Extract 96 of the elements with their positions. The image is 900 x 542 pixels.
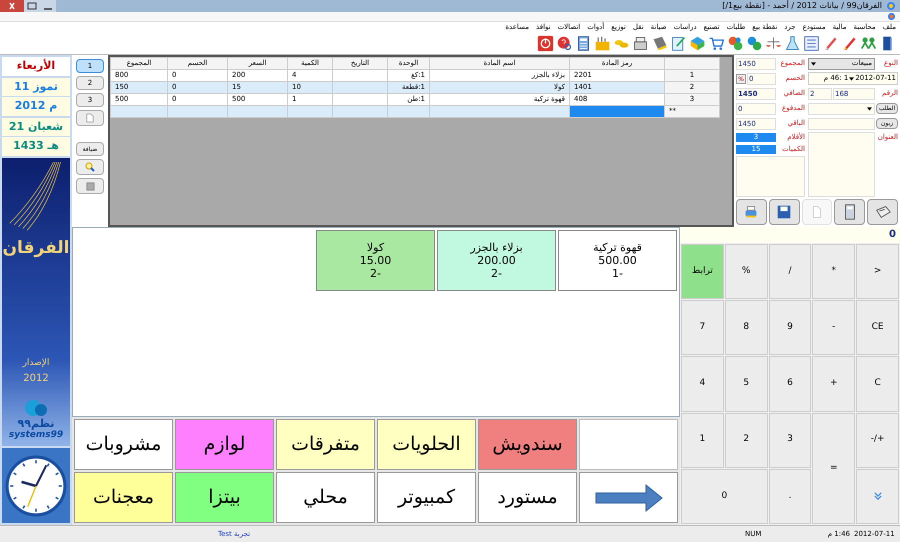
calculator-key[interactable]: +: [812, 356, 856, 412]
edition-year: 2012: [23, 372, 49, 386]
people-icon[interactable]: [860, 35, 877, 52]
flask-icon[interactable]: [784, 35, 801, 52]
product-name: بزلاء بالجزر: [470, 241, 523, 254]
product-quantity: 2-: [370, 267, 381, 280]
hijri-day: 21 شعبان: [2, 118, 70, 137]
calculator-key[interactable]: -/+: [856, 412, 899, 468]
category-button[interactable]: محلي: [276, 472, 375, 523]
calculator-key[interactable]: 3: [768, 412, 812, 468]
cubes-icon[interactable]: [746, 35, 763, 52]
next-button[interactable]: [579, 472, 678, 523]
pencil-icon[interactable]: [841, 35, 858, 52]
product-name: كولا: [366, 241, 384, 254]
calculator-key[interactable]: >: [856, 244, 899, 300]
calculator-key[interactable]: 2: [724, 412, 768, 468]
search-button[interactable]: [76, 159, 104, 175]
brand-name: نظم٩٩: [18, 418, 54, 428]
category-button[interactable]: سندويش: [478, 419, 577, 470]
calculator-icon[interactable]: [575, 35, 592, 52]
square-icon: [86, 182, 94, 190]
calculator-button[interactable]: [834, 199, 866, 225]
caret-icon: [849, 76, 854, 80]
category-button[interactable]: لوازم: [175, 419, 274, 470]
calculator-key[interactable]: 8: [724, 300, 768, 356]
pencil-icon[interactable]: [822, 35, 839, 52]
active-cell[interactable]: [570, 106, 664, 118]
weekday-label: الأربعاء: [2, 57, 70, 76]
calculator-key[interactable]: 4: [681, 356, 724, 412]
link-key[interactable]: ترابط: [681, 244, 724, 300]
caret-icon: [867, 106, 872, 110]
category-button[interactable]: معجنات: [74, 472, 173, 523]
product-name: قهوة تركية: [593, 241, 642, 254]
register-icon: [874, 203, 892, 221]
logo-mark-icon: [23, 398, 49, 418]
calculator-key[interactable]: 1: [681, 412, 724, 468]
wall-clock-drawing: [5, 454, 67, 516]
register-icon[interactable]: [632, 35, 649, 52]
customer-field[interactable]: [808, 118, 875, 130]
search-icon: [85, 162, 95, 172]
page-icon: [86, 113, 94, 123]
calculator-key[interactable]: .: [768, 468, 812, 524]
product-price: 200.00: [477, 254, 516, 267]
category-button[interactable]: الحلويات: [377, 419, 476, 470]
calculator-key[interactable]: 9: [768, 300, 812, 356]
help-icon[interactable]: [556, 35, 573, 52]
window-title: الفرقان99 / بيانات 2012 / أحمد - [نقطة بيع1/]: [721, 0, 883, 12]
product-quantity: 1-: [612, 267, 623, 280]
gregorian-year: 2012 م: [2, 97, 70, 116]
print-button[interactable]: [736, 199, 767, 225]
calculator-key[interactable]: 5: [724, 356, 768, 412]
category-button[interactable]: مشروبات: [74, 419, 173, 470]
toolbox-icon[interactable]: [594, 35, 611, 52]
minimize-icon[interactable]: [40, 0, 56, 12]
calculator-key[interactable]: 6: [768, 356, 812, 412]
notes-field[interactable]: [736, 156, 805, 197]
save-icon: [775, 203, 794, 221]
category-button[interactable]: كمبيوتر: [377, 472, 476, 523]
address-field[interactable]: [808, 132, 875, 197]
category-button[interactable]: مستورد: [478, 472, 577, 523]
caret-icon: [811, 62, 816, 66]
product-price: 500.00: [598, 254, 637, 267]
truck-icon[interactable]: [651, 35, 668, 52]
calculator-key[interactable]: %: [724, 244, 768, 300]
right-arrow-icon: [594, 482, 664, 512]
new-page-button[interactable]: [76, 110, 104, 126]
calculator-key[interactable]: C: [856, 356, 899, 412]
product-quantity: 2-: [491, 267, 502, 280]
calculator-key[interactable]: -: [812, 300, 856, 356]
notepad-icon[interactable]: [670, 35, 687, 52]
logo-title: الفرقان: [2, 237, 70, 260]
edition-label: الإصدار: [22, 357, 50, 370]
cart-icon[interactable]: [708, 35, 725, 52]
register-button[interactable]: [867, 199, 898, 225]
delete-button[interactable]: [76, 178, 104, 194]
category-button[interactable]: متفرقات: [276, 419, 375, 470]
calculator-key[interactable]: CE: [856, 300, 899, 356]
save-button[interactable]: [768, 199, 800, 225]
hijri-year: 1433 هـ: [2, 137, 70, 156]
box-icon[interactable]: [689, 35, 706, 52]
double-down-arrow-icon: [874, 492, 882, 500]
calculator-display: 0: [680, 227, 900, 243]
product-price: 15.00: [360, 254, 392, 267]
gregorian-day: 11 تموز: [2, 78, 70, 97]
calculator-key[interactable]: *: [812, 244, 856, 300]
category-button[interactable]: بيتزا: [175, 472, 274, 523]
calculator-key[interactable]: 7: [681, 300, 724, 356]
close-icon[interactable]: [0, 0, 24, 12]
cubes-icon[interactable]: [727, 35, 744, 52]
restore-icon[interactable]: [24, 0, 40, 12]
brand-latin: systems99: [8, 430, 64, 442]
list-icon[interactable]: [803, 35, 820, 52]
power-icon[interactable]: [537, 35, 554, 52]
calculator-key[interactable]: /: [768, 244, 812, 300]
calculator-key[interactable]: =: [812, 412, 856, 524]
calculator-key[interactable]: 0: [681, 468, 768, 524]
